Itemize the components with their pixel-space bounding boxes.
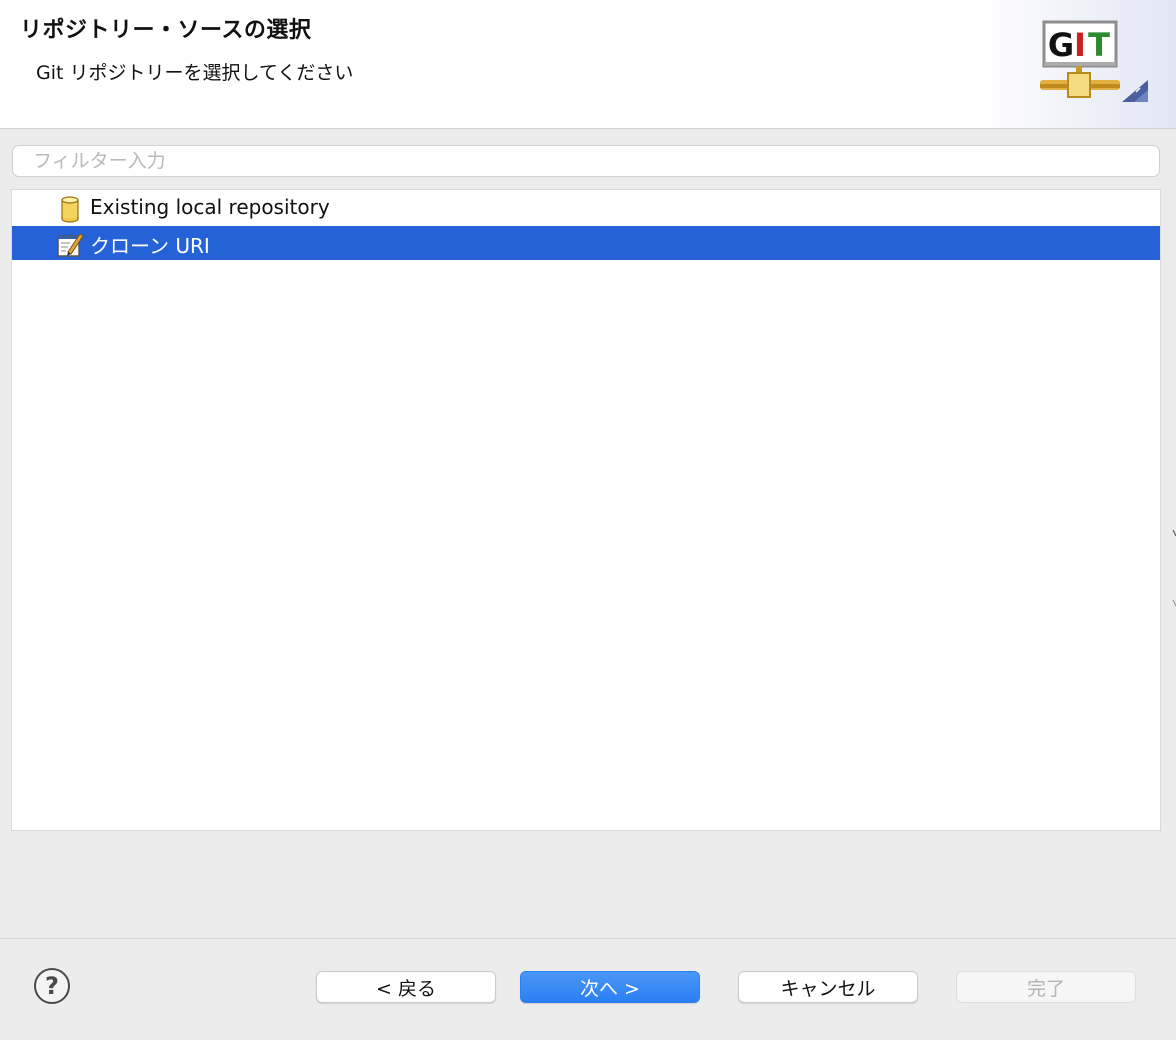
button-bar-divider	[0, 938, 1176, 939]
git-logo-icon: G I T	[1040, 20, 1148, 102]
finish-button[interactable]: 完了	[956, 971, 1136, 1003]
window-edge-artifact	[1172, 529, 1176, 607]
select-repository-source-dialog: リポジトリー・ソースの選択 Git リポジトリーを選択してください G I T	[0, 0, 1176, 1040]
tree-item-label: Existing local repository	[90, 195, 330, 219]
wizard-banner: リポジトリー・ソースの選択 Git リポジトリーを選択してください G I T	[0, 0, 1176, 129]
help-icon: ?	[45, 972, 59, 1000]
tree-item-clone-uri[interactable]: クローン URI	[12, 226, 1160, 260]
page-description: Git リポジトリーを選択してください	[36, 62, 354, 84]
tree-item-label: クローン URI	[90, 234, 210, 258]
database-icon	[61, 196, 79, 223]
tree-item-existing-local-repository[interactable]: Existing local repository	[12, 191, 1160, 225]
cancel-button[interactable]: キャンセル	[738, 971, 918, 1003]
page-title: リポジトリー・ソースの選択	[20, 18, 312, 43]
back-button[interactable]: < 戻る	[316, 971, 496, 1003]
logo-letter-t: T	[1088, 26, 1110, 64]
repository-source-tree[interactable]: Existing local repository クローン URI	[11, 189, 1161, 831]
help-button[interactable]: ?	[34, 968, 70, 1004]
edit-document-icon	[57, 233, 84, 257]
logo-letter-i: I	[1074, 26, 1086, 64]
logo-letter-g: G	[1048, 26, 1074, 64]
next-button[interactable]: 次へ >	[520, 971, 700, 1003]
filter-input[interactable]	[12, 145, 1160, 177]
